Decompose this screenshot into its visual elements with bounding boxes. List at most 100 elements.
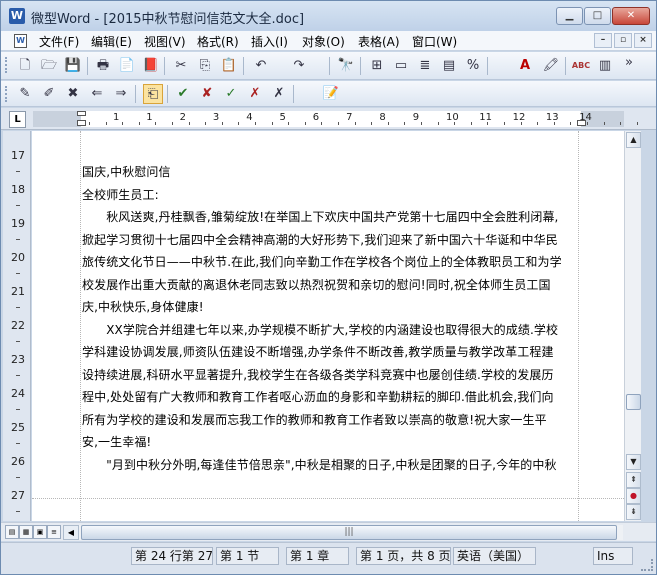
resize-grip-icon[interactable] — [641, 559, 653, 571]
save-icon[interactable]: 💾 — [63, 56, 83, 76]
new-document-icon[interactable]: 🗋 — [15, 56, 35, 76]
doc-restore-button[interactable]: ▫ — [614, 33, 632, 48]
delete-comment-icon[interactable]: ✖ — [63, 84, 83, 104]
track-changes-icon[interactable]: ⎗ — [143, 84, 163, 104]
document-line[interactable]: 秋风送爽,丹桂飘香,雏菊绽放!在举国上下欢庆中国共产党第十七届四中全会胜利闭幕, — [82, 206, 582, 229]
text-color-icon[interactable]: A — [515, 56, 535, 76]
prev-comment-icon[interactable]: ⇐ — [87, 84, 107, 104]
accept-change-icon[interactable]: ✔ — [173, 84, 193, 104]
indent-marker-icon[interactable] — [77, 111, 86, 127]
highlight-icon[interactable]: 🖍 — [541, 56, 561, 76]
horizontal-scrollbar[interactable]: ◀ ||| — [63, 525, 623, 540]
paste-icon[interactable]: 📋 — [219, 56, 239, 76]
doc-close-button[interactable]: × — [634, 33, 652, 48]
copy-icon[interactable]: ⎘ — [195, 56, 215, 76]
ruler-tick — [504, 122, 505, 125]
toolbar-grip[interactable] — [5, 57, 8, 73]
print-icon[interactable]: 🖶 — [93, 56, 113, 76]
ruler-tick — [553, 122, 555, 125]
status-insert-mode[interactable]: Ins — [593, 547, 633, 565]
document-line[interactable]: 掀起学习贯彻十七届四中全会精神高潮的大好形势下,我们迎来了新中国六十华诞和中华民 — [82, 229, 582, 252]
document-line[interactable]: 安,一生幸福! — [82, 431, 582, 454]
menu-window[interactable]: 窗口(W) — [412, 33, 457, 50]
chart-icon[interactable]: ▥ — [595, 56, 615, 76]
undo-icon[interactable]: ↶ — [251, 56, 271, 76]
scroll-right-button[interactable] — [619, 525, 623, 540]
accept-all-icon[interactable]: ✓ — [221, 84, 241, 104]
menu-file[interactable]: 文件(F) — [39, 33, 79, 50]
menu-object[interactable]: 对象(O) — [302, 33, 345, 50]
horizontal-scroll-thumb[interactable]: ||| — [81, 525, 617, 540]
document-menu-icon[interactable]: W — [14, 34, 27, 48]
web-view-icon[interactable]: ▦ — [19, 525, 33, 539]
find-icon[interactable]: 🔭 — [336, 56, 356, 76]
document-line[interactable]: 设持续进展,科研水平显著提升,我校学生在各级各类学科竞赛中也屡创佳绩.学校的发展… — [82, 364, 582, 387]
overflow-chevron-icon[interactable]: » — [621, 53, 637, 73]
sticky-note-icon[interactable]: ✗ — [269, 84, 289, 104]
minimize-button[interactable]: ▁ — [556, 7, 583, 25]
document-line[interactable]: 国庆,中秋慰问信 — [82, 161, 582, 184]
document-line[interactable]: 所有为学校的建设和发展而忘我工作的教师和教育工作者致以崇高的敬意!祝大家一生平 — [82, 409, 582, 432]
print-preview-icon[interactable]: 📄 — [117, 56, 137, 76]
document-area[interactable]: 国庆,中秋慰问信 全校师生员工: 秋风送爽,丹桂飘香,雏菊绽放!在举国上下欢庆中国… — [32, 131, 624, 521]
tab-selector[interactable]: L — [9, 111, 26, 128]
insert-table-icon[interactable]: ⊞ — [367, 56, 387, 76]
special-char-icon[interactable]: % — [463, 56, 483, 76]
vertical-scrollbar[interactable]: ▲ ▼ ⇞ ● ⇟ — [624, 131, 641, 521]
toolbar-grip[interactable] — [5, 86, 8, 102]
doc-minimize-button[interactable]: – — [594, 33, 612, 48]
maximize-button[interactable]: □ — [584, 7, 611, 25]
spelling-abc-icon[interactable]: ABC — [571, 56, 591, 76]
vertical-ruler[interactable]: 17 18 19 20 21 22 23 24 25 26 27 — [3, 131, 31, 521]
reject-all-icon[interactable]: ✗ — [245, 84, 265, 104]
redo-icon[interactable]: ↷ — [289, 56, 309, 76]
horizontal-ruler[interactable]: 1 1 2 3 4 5 6 7 8 9 10 11 12 13 14 — [33, 111, 638, 127]
app-icon[interactable]: W — [9, 8, 25, 24]
document-line[interactable]: 全校师生员工: — [82, 184, 582, 207]
ruler-number: 2 — [179, 112, 186, 123]
document-line[interactable]: 庆,中秋快乐,身体健康! — [82, 296, 582, 319]
menu-table[interactable]: 表格(A) — [358, 33, 400, 50]
open-folder-icon[interactable]: 🗁 — [39, 56, 59, 76]
right-indent-marker-icon[interactable] — [577, 120, 586, 126]
ruler-number: 6 — [312, 112, 320, 123]
previous-page-button[interactable]: ⇞ — [626, 472, 641, 488]
scroll-down-button[interactable]: ▼ — [626, 454, 641, 470]
document-line[interactable]: 校发展作出重大贡献的离退休老同志致以热烈祝贺和亲切的慰问!同时,祝全体师生员工国 — [82, 274, 582, 297]
ruler-number: 11 — [479, 112, 493, 123]
document-line[interactable]: XX学院合并组建七年以来,办学规模不断扩大,学校的内涵建设也取得很大的成绩.学校 — [82, 319, 582, 342]
vertical-scroll-thumb[interactable] — [626, 394, 641, 410]
close-button[interactable]: ✕ — [612, 7, 650, 25]
menu-bar: W 文件(F) 编辑(E) 视图(V) 格式(R) 插入(I) 对象(O) 表格… — [1, 31, 656, 51]
ruler-tick — [138, 122, 140, 125]
edit-comment-icon[interactable]: ✐ — [39, 84, 59, 104]
new-comment-icon[interactable]: ✎ — [15, 84, 35, 104]
review-pane-icon[interactable]: 📝 — [321, 84, 341, 104]
menu-format[interactable]: 格式(R) — [197, 33, 239, 50]
normal-view-icon[interactable]: ▤ — [5, 525, 19, 539]
select-browse-object-button[interactable]: ● — [626, 488, 641, 504]
ruler-tick — [387, 122, 389, 125]
next-comment-icon[interactable]: ⇒ — [111, 84, 131, 104]
next-page-button[interactable]: ⇟ — [626, 504, 641, 520]
menu-edit[interactable]: 编辑(E) — [91, 33, 132, 50]
outline-view-icon[interactable]: ≡ — [47, 525, 61, 539]
ruler-tick — [636, 122, 638, 125]
scroll-up-button[interactable]: ▲ — [626, 132, 641, 148]
menu-insert[interactable]: 插入(I) — [251, 33, 288, 50]
reject-change-icon[interactable]: ✘ — [197, 84, 217, 104]
print-layout-icon[interactable]: ▣ — [33, 525, 47, 539]
document-line[interactable]: 学科建设协调发展,师资队伍建设不断增强,办学条件不断改善,教学质量与教学改革工程… — [82, 341, 582, 364]
title-bar[interactable]: W 微型Word - [2015中秋节慰问信范文大全.doc] ▁ □ ✕ — [1, 1, 656, 31]
page-layout-icon[interactable]: ≣ — [415, 56, 435, 76]
document-line[interactable]: 程中,处处留有广大教师和教育工作者呕心沥血的身影和辛勤耕耘的脚印.借此机会,我们… — [82, 386, 582, 409]
document-line[interactable]: 旅传统文化节日——中秋节.在此,我们向辛勤工作在学校各个岗位上的全体教职员工和为… — [82, 251, 582, 274]
columns-icon[interactable]: ▤ — [439, 56, 459, 76]
document-line[interactable]: "月到中秋分外明,每逢佳节倍思亲",中秋是相聚的日子,中秋是团聚的日子,今年的中… — [82, 454, 582, 477]
cut-icon[interactable]: ✂ — [171, 56, 191, 76]
scroll-left-button[interactable]: ◀ — [63, 525, 79, 540]
menu-view[interactable]: 视图(V) — [144, 33, 186, 50]
spellcheck-pdf-icon[interactable]: 📕 — [141, 56, 161, 76]
vertical-ruler-number: 21 — [11, 285, 25, 298]
insert-field-icon[interactable]: ▭ — [391, 56, 411, 76]
